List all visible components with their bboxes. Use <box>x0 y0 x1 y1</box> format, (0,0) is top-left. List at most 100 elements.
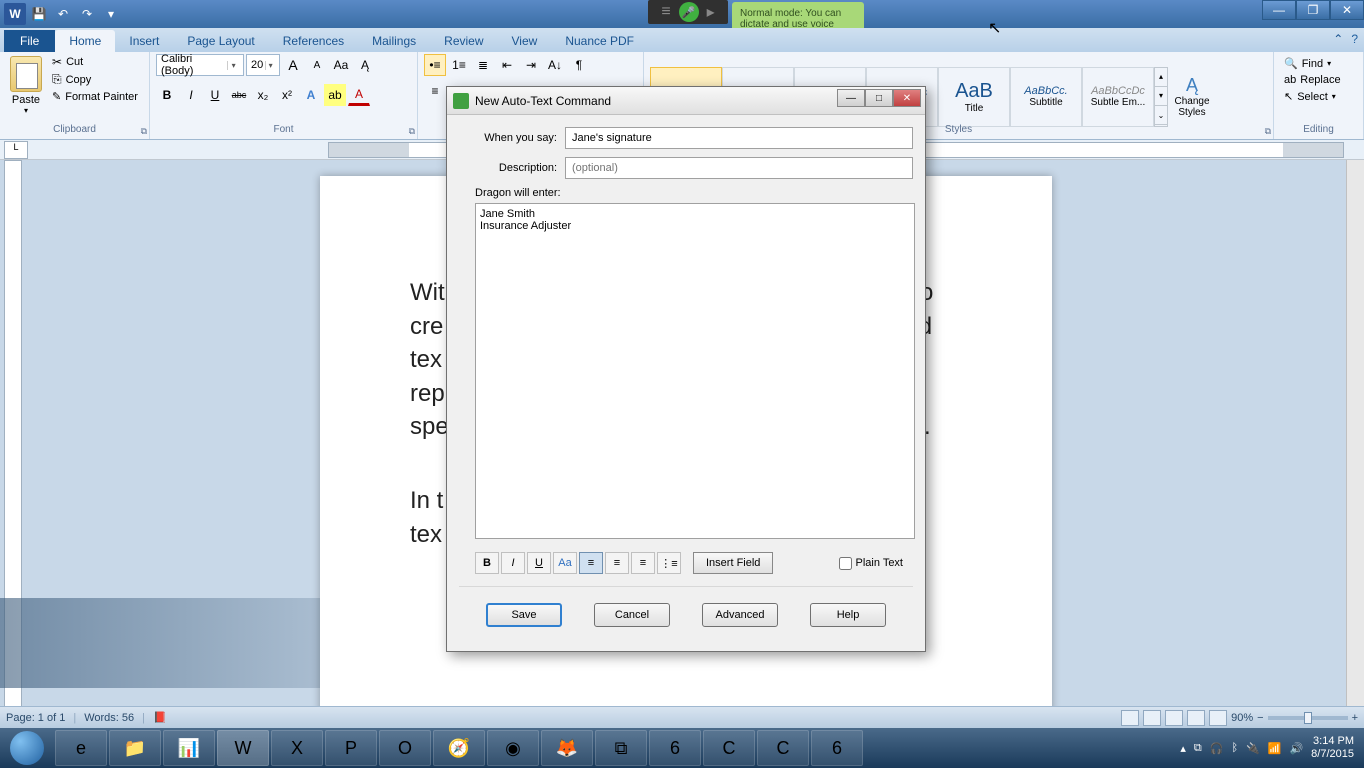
vertical-scrollbar[interactable] <box>1346 160 1364 728</box>
maximize-button[interactable]: ❐ <box>1296 0 1330 20</box>
scroll-up-icon[interactable]: ▴ <box>1155 68 1167 87</box>
insert-field-button[interactable]: Insert Field <box>693 552 773 574</box>
plain-text-checkbox-input[interactable] <box>839 557 852 570</box>
select-button[interactable]: ↖Select▾ <box>1280 89 1340 104</box>
tray-headset-icon[interactable]: 🎧 <box>1210 742 1224 755</box>
show-marks-button[interactable]: ¶ <box>568 54 590 76</box>
tray-clock[interactable]: 3:14 PM 8/7/2015 <box>1311 735 1354 761</box>
style-subtitle[interactable]: AaBbCc.Subtitle <box>1010 67 1082 127</box>
grow-font-button[interactable]: A <box>282 54 304 76</box>
subscript-button[interactable]: x₂ <box>252 84 274 106</box>
zoom-slider[interactable] <box>1268 716 1348 720</box>
multilevel-list-button[interactable]: ≣ <box>472 54 494 76</box>
paste-dropdown-icon[interactable]: ▾ <box>24 106 28 115</box>
taskbar-camtasia[interactable]: C <box>703 730 755 766</box>
clear-formatting-button[interactable]: Ą <box>354 54 376 76</box>
replace-button[interactable]: abReplace <box>1280 73 1345 87</box>
autotext-content-textarea[interactable] <box>475 203 915 539</box>
change-styles-button[interactable]: Ą Change Styles <box>1168 75 1216 118</box>
bold-button[interactable]: B <box>156 84 178 106</box>
dialog-titlebar[interactable]: New Auto-Text Command — □ ✕ <box>447 87 925 115</box>
dlg-align-right-button[interactable]: ≡ <box>631 552 655 574</box>
font-color-button[interactable]: A <box>348 84 370 106</box>
tab-mailings[interactable]: Mailings <box>358 30 430 52</box>
strikethrough-button[interactable]: abc <box>228 84 250 106</box>
tab-references[interactable]: References <box>269 30 358 52</box>
status-page[interactable]: Page: 1 of 1 <box>6 712 65 724</box>
tray-network-icon[interactable]: 📶 <box>1268 742 1282 755</box>
taskbar-excel[interactable]: X <box>271 730 323 766</box>
plain-text-checkbox[interactable]: Plain Text <box>839 557 904 570</box>
font-size-combo[interactable]: 20▾ <box>246 54 280 76</box>
format-painter-button[interactable]: Format Painter <box>50 89 140 104</box>
status-proofing-icon[interactable]: 📕 <box>153 711 167 724</box>
dlg-bold-button[interactable]: B <box>475 552 499 574</box>
taskbar-chrome[interactable]: ◉ <box>487 730 539 766</box>
dragon-collapse-icon[interactable]: ≡ <box>661 3 670 21</box>
qat-save[interactable]: 💾 <box>28 3 50 25</box>
tab-insert[interactable]: Insert <box>115 30 173 52</box>
dlg-underline-button[interactable]: U <box>527 552 551 574</box>
when-you-say-input[interactable] <box>565 127 913 149</box>
dialog-minimize-button[interactable]: — <box>837 89 865 107</box>
dragon-menu-icon[interactable]: ▸ <box>707 2 715 22</box>
taskbar-firefox[interactable]: 🦊 <box>541 730 593 766</box>
decrease-indent-button[interactable]: ⇤ <box>496 54 518 76</box>
vertical-ruler[interactable] <box>4 160 22 728</box>
cut-button[interactable]: Cut <box>50 54 140 70</box>
taskbar-outlook[interactable]: O <box>379 730 431 766</box>
view-draft-button[interactable] <box>1209 710 1227 726</box>
clipboard-launcher-icon[interactable]: ⧉ <box>141 124 147 138</box>
save-button[interactable]: Save <box>486 603 562 627</box>
tray-dropbox-icon[interactable]: ⧉ <box>1194 742 1202 755</box>
status-words[interactable]: Words: 56 <box>84 712 134 724</box>
italic-button[interactable]: I <box>180 84 202 106</box>
sort-button[interactable]: A↓ <box>544 54 566 76</box>
dragon-mic-icon[interactable]: 🎤 <box>679 2 699 22</box>
description-input[interactable] <box>565 157 913 179</box>
view-web-layout-button[interactable] <box>1165 710 1183 726</box>
underline-button[interactable]: U <box>204 84 226 106</box>
text-effects-button[interactable]: A <box>300 84 322 106</box>
taskbar-dragon-2[interactable]: 6 <box>811 730 863 766</box>
scroll-down-icon[interactable]: ▾ <box>1155 87 1167 106</box>
taskbar-safari[interactable]: 🧭 <box>433 730 485 766</box>
numbering-button[interactable]: 1≡ <box>448 54 470 76</box>
style-subtle-emphasis[interactable]: AaBbCcDcSubtle Em... <box>1082 67 1154 127</box>
find-button[interactable]: 🔍Find▾ <box>1280 56 1335 71</box>
styles-scroll[interactable]: ▴▾⌄ <box>1154 67 1168 127</box>
dialog-close-button[interactable]: ✕ <box>893 89 921 107</box>
view-outline-button[interactable] <box>1187 710 1205 726</box>
align-left-button[interactable]: ≡ <box>424 80 446 102</box>
zoom-in-button[interactable]: + <box>1352 712 1358 724</box>
taskbar-word[interactable]: W <box>217 730 269 766</box>
qat-customize-icon[interactable]: ▾ <box>100 3 122 25</box>
cancel-button[interactable]: Cancel <box>594 603 670 627</box>
shrink-font-button[interactable]: A <box>306 54 328 76</box>
qat-undo[interactable]: ↶ <box>52 3 74 25</box>
taskbar-ie[interactable]: e <box>55 730 107 766</box>
dlg-align-center-button[interactable]: ≡ <box>605 552 629 574</box>
tab-nuance-pdf[interactable]: Nuance PDF <box>551 30 648 52</box>
tray-bluetooth-icon[interactable]: ᛒ <box>1231 742 1238 754</box>
increase-indent-button[interactable]: ⇥ <box>520 54 542 76</box>
dlg-bullets-button[interactable]: ⋮≡ <box>657 552 681 574</box>
advanced-button[interactable]: Advanced <box>702 603 778 627</box>
start-button[interactable] <box>0 728 54 768</box>
zoom-thumb[interactable] <box>1304 712 1312 724</box>
close-button[interactable]: ✕ <box>1330 0 1364 20</box>
dialog-maximize-button[interactable]: □ <box>865 89 893 107</box>
font-launcher-icon[interactable]: ⧉ <box>409 124 415 138</box>
tray-volume-icon[interactable]: 🔊 <box>1289 742 1303 755</box>
style-title[interactable]: AaBTitle <box>938 67 1010 127</box>
tray-overflow-icon[interactable]: ▴ <box>1180 742 1186 755</box>
paste-button[interactable]: Paste ▾ <box>6 54 46 115</box>
superscript-button[interactable]: x² <box>276 84 298 106</box>
view-print-layout-button[interactable] <box>1121 710 1139 726</box>
zoom-out-button[interactable]: − <box>1257 712 1263 724</box>
styles-launcher-icon[interactable]: ⧉ <box>1265 124 1271 138</box>
tray-power-icon[interactable]: 🔌 <box>1246 742 1260 755</box>
view-full-screen-button[interactable] <box>1143 710 1161 726</box>
dlg-align-left-button[interactable]: ≡ <box>579 552 603 574</box>
tab-page-layout[interactable]: Page Layout <box>173 30 268 52</box>
